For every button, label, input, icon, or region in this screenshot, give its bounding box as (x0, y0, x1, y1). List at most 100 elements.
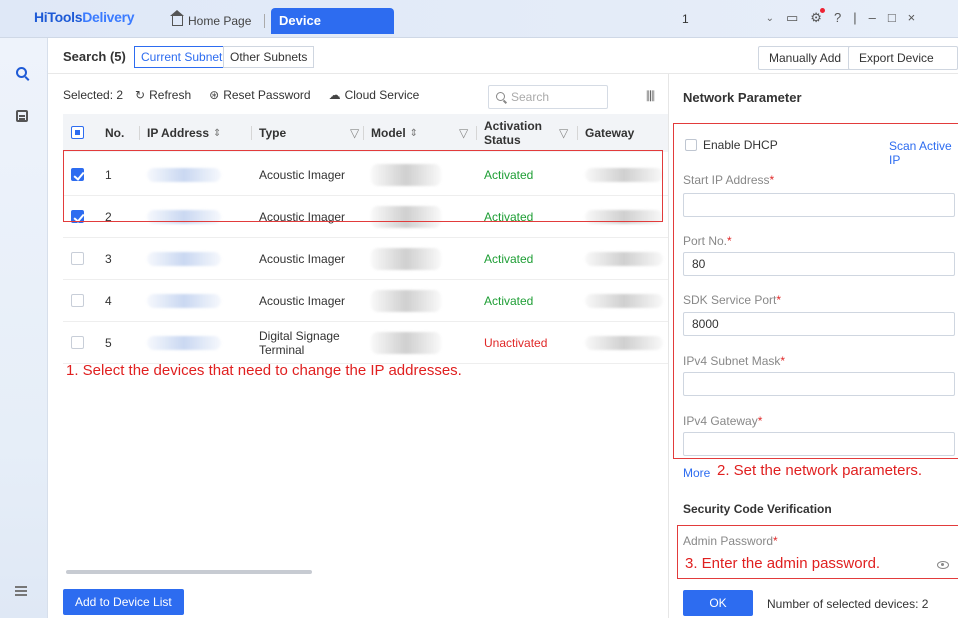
model-redacted (371, 332, 441, 354)
help-icon[interactable]: ? (834, 10, 841, 26)
row-checkbox[interactable] (71, 252, 84, 265)
add-to-device-list-button[interactable]: Add to Device List (63, 589, 184, 615)
row-type: Digital Signage Terminal (259, 329, 340, 357)
scan-active-ip-link[interactable]: Scan Active IP (889, 139, 958, 167)
header-type[interactable]: Type (251, 114, 286, 152)
admin-password-label: Admin Password* (683, 534, 778, 548)
network-parameter-panel: Network Parameter Enable DHCP Scan Activ… (668, 74, 958, 618)
ok-button[interactable]: OK (683, 590, 753, 616)
annotation-step-2: 2. Set the network parameters. (717, 462, 923, 479)
notification-dot (819, 8, 825, 13)
cloud-service-button[interactable]: ☁ Cloud Service (329, 88, 420, 102)
menu-icon[interactable] (15, 586, 27, 588)
row-activation-status: Activated (484, 294, 534, 308)
gateway-redacted (585, 294, 663, 308)
device-list-panel: Selected: 2 ↻ Refresh ⊛ Reset Password ☁ Cl… (48, 74, 668, 618)
gateway-redacted (585, 336, 663, 350)
row-no: 5 (105, 336, 112, 350)
device-list-icon[interactable] (16, 110, 28, 122)
filter-icon[interactable]: ▽ (350, 126, 359, 140)
maximize-icon[interactable]: □ (888, 10, 896, 26)
search-top-bar: Search (5) Current Subnet Other Subnets … (48, 38, 958, 87)
more-link[interactable]: More (683, 466, 710, 480)
gateway-label: IPv4 Gateway* (683, 414, 763, 428)
sort-icon: ⇕ (409, 127, 419, 139)
reset-password-button[interactable]: ⊛ Reset Password (209, 88, 310, 102)
tab-home-label: Home Page (188, 14, 252, 28)
window-controls: ▭ ⚙ ? | – □ × (786, 8, 916, 26)
selection-highlight-box (63, 150, 663, 222)
refresh-icon: ↻ (135, 88, 146, 102)
ip-address-redacted (147, 336, 221, 350)
ip-address-redacted (147, 294, 221, 308)
gateway-input[interactable] (683, 432, 955, 456)
cloud-icon: ☁ (328, 88, 341, 102)
table-row[interactable]: 4 Acoustic Imager Activated (63, 280, 668, 322)
calendar-icon[interactable]: ▭ (786, 10, 798, 26)
settings-icon[interactable]: ⚙ (810, 8, 825, 26)
annotation-step-1: 1. Select the devices that need to chang… (66, 362, 462, 379)
model-redacted (371, 248, 441, 270)
table-header: No. IP Address ⇕ Type ▽ Model ⇕ ▽ Activati… (63, 114, 668, 152)
row-activation-status: Activated (484, 252, 534, 266)
reset-password-icon: ⊛ (209, 88, 220, 102)
selected-count: Selected: 2 (63, 88, 124, 102)
ip-address-redacted (147, 252, 221, 266)
annotation-step-3: 3. Enter the admin password. (685, 555, 881, 572)
table-row[interactable]: 3 Acoustic Imager Activated (63, 238, 668, 280)
device-search-input[interactable]: Search (488, 85, 608, 109)
left-nav-rail (0, 38, 48, 618)
header-ip-address[interactable]: IP Address ⇕ (139, 114, 222, 152)
chevron-down-icon: ⌄ (765, 13, 774, 24)
port-label: Port No.* (683, 234, 732, 248)
row-checkbox[interactable] (71, 336, 84, 349)
filter-icon[interactable]: ▽ (559, 126, 568, 140)
eye-icon[interactable] (937, 561, 949, 569)
row-type: Acoustic Imager (259, 252, 346, 266)
sdk-port-label: SDK Service Port* (683, 293, 782, 307)
header-model[interactable]: Model ⇕ (363, 114, 419, 152)
column-filter-icon[interactable]: ⫼⫼ (646, 89, 655, 104)
selected-devices-count: Number of selected devices: 2 (767, 597, 929, 611)
row-no: 3 (105, 252, 112, 266)
search-icon (496, 92, 505, 101)
home-icon (170, 10, 184, 26)
network-parameter-title: Network Parameter (683, 90, 802, 105)
enable-dhcp-checkbox[interactable]: Enable DHCP (685, 138, 778, 152)
title-bar: HiToolsDelivery Home Page Device Managem… (0, 0, 958, 54)
row-checkbox[interactable] (71, 294, 84, 307)
model-redacted (371, 290, 441, 312)
refresh-button[interactable]: ↻ Refresh (135, 88, 191, 102)
horizontal-scrollbar[interactable] (66, 570, 312, 574)
row-type: Acoustic Imager (259, 294, 346, 308)
sort-icon: ⇕ (213, 127, 222, 139)
filter-icon[interactable]: ▽ (459, 126, 468, 140)
header-gateway: Gateway (577, 114, 634, 152)
user-select[interactable]: 1 ⌄ (672, 8, 778, 30)
tab-divider (264, 14, 265, 28)
search-count: Search (5) (63, 49, 126, 64)
header-activation-status[interactable]: Activation Status (476, 114, 542, 152)
window-divider: | (853, 10, 857, 25)
row-activation-status: Unactivated (484, 336, 548, 350)
port-input[interactable]: 80 (683, 252, 955, 276)
tab-device-management[interactable]: Device Management× (271, 8, 394, 54)
tab-home-page[interactable]: Home Page (170, 10, 252, 28)
subnet-mask-label: IPv4 Subnet Mask* (683, 354, 786, 368)
export-device-list-button[interactable]: Export Device List (848, 46, 958, 87)
close-window-icon[interactable]: × (908, 10, 916, 26)
current-subnet-tab[interactable]: Current Subnet (134, 46, 230, 68)
minimize-icon[interactable]: – (869, 10, 876, 26)
app-logo: HiToolsDelivery (34, 9, 135, 25)
table-toolbar: Selected: 2 ↻ Refresh ⊛ Reset Password ☁ Cl… (63, 88, 437, 102)
sdk-port-input[interactable]: 8000 (683, 312, 955, 336)
start-ip-input[interactable] (683, 193, 955, 217)
header-no: No. (105, 126, 125, 140)
security-code-title: Security Code Verification (683, 502, 832, 516)
subnet-mask-input[interactable] (683, 372, 955, 396)
manually-add-button[interactable]: Manually Add (758, 46, 853, 70)
search-icon[interactable] (12, 64, 32, 84)
other-subnets-tab[interactable]: Other Subnets (223, 46, 315, 68)
table-row[interactable]: 5 Digital Signage Terminal Unactivated (63, 322, 668, 364)
select-all-checkbox[interactable] (71, 126, 84, 139)
